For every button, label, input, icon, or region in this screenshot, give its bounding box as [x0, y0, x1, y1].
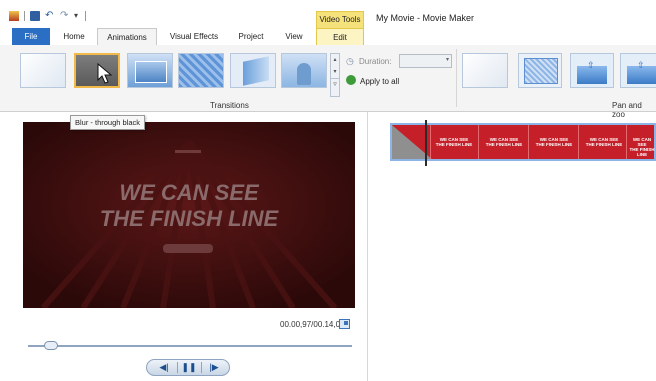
timecode: 00.00,97/00.14,00 [280, 320, 345, 329]
pan-zoom-group-label: Pan and zoo [612, 101, 642, 119]
tab-visual-effects[interactable]: Visual Effects [163, 28, 225, 45]
duration-field[interactable]: ▾ [399, 54, 452, 68]
fullscreen-icon[interactable] [339, 319, 350, 329]
control-divider [177, 362, 178, 373]
apply-to-all-button[interactable]: Apply to all [360, 77, 399, 86]
transition-blur-thumbnail[interactable] [74, 53, 120, 88]
transition-flip-thumbnail[interactable] [230, 53, 276, 88]
playback-controls: ◀| ❚❚ |▶ [146, 359, 230, 376]
duration-icon: ◷ [346, 56, 354, 66]
video-tools-contextual-label: Video Tools [316, 11, 364, 28]
transition-none-thumbnail[interactable] [20, 53, 66, 88]
chevron-down-icon: ▾ [445, 57, 449, 63]
ribbon-panel: ▴ ▾ ▿ ◷ Duration: ▾ Apply to all Transit… [0, 45, 656, 119]
quick-access-separator [24, 11, 25, 21]
clip-frame-text: WE CAN SEE THE FINISH LINE [585, 137, 623, 147]
previous-frame-button[interactable]: ◀| [154, 362, 174, 373]
tab-edit[interactable]: Edit [316, 28, 364, 46]
pan-zoom-option-3-thumbnail[interactable]: ⇧ [620, 53, 656, 88]
video-preview[interactable]: WE CAN SEE THE FINISH LINE [23, 122, 355, 308]
seek-bar[interactable] [28, 345, 352, 347]
apply-to-all-icon [346, 75, 356, 85]
tab-project[interactable]: Project [231, 28, 271, 45]
clip-frame-text: WE CAN SEE THE FINISH LINE [485, 137, 523, 147]
transitions-gallery-scroll[interactable]: ▴ ▾ ▿ [330, 53, 340, 97]
seek-knob[interactable] [43, 341, 58, 350]
transition-pixelate-thumbnail[interactable] [178, 53, 224, 88]
clip-frame-text: WE CAN SEE THE FINISH LINE [629, 137, 655, 157]
frame-divider [430, 125, 431, 159]
app-icon [9, 11, 19, 21]
storyboard-clip[interactable]: WE CAN SEE THE FINISH LINE WE CAN SEE THE … [390, 123, 656, 161]
frame-divider [478, 125, 479, 159]
preview-title-line2: THE FINISH LINE [99, 206, 279, 231]
undo-icon[interactable]: ↶ [45, 11, 55, 21]
clip-frame-text: WE CAN SEE THE FINISH LINE [535, 137, 573, 147]
tab-animations[interactable]: Animations [97, 28, 157, 46]
redo-icon[interactable]: ↷ [60, 11, 70, 21]
save-icon[interactable] [30, 11, 40, 21]
tab-file[interactable]: File [12, 28, 50, 45]
frame-divider [528, 125, 529, 159]
preview-title-line1: WE CAN SEE [119, 180, 259, 205]
pause-button[interactable]: ❚❚ [179, 362, 199, 373]
transition-crossfade-thumbnail[interactable] [127, 53, 173, 88]
playhead[interactable] [425, 120, 427, 166]
tooltip: Blur - through black [70, 115, 146, 130]
pan-zoom-option-1-thumbnail[interactable] [518, 53, 562, 88]
pan-zoom-option-2-thumbnail[interactable]: ⇧ [570, 53, 614, 88]
tab-view[interactable]: View [277, 28, 311, 45]
tab-home[interactable]: Home [56, 28, 92, 45]
customize-quick-access-icon[interactable]: ▾ [74, 11, 84, 21]
pan-zoom-none-thumbnail[interactable] [462, 53, 508, 88]
window-title: My Movie - Movie Maker [376, 13, 475, 23]
frame-divider [626, 125, 627, 159]
transition-silhouette-thumbnail[interactable] [281, 53, 327, 88]
control-divider [201, 362, 202, 373]
group-separator [456, 49, 457, 107]
quick-access-separator [85, 11, 86, 21]
mouse-cursor-icon [97, 63, 113, 84]
ribbon-tab-bar: File Home Animations Visual Effects Proj… [0, 28, 656, 46]
next-frame-button[interactable]: |▶ [204, 362, 224, 373]
clip-frame-text: WE CAN SEE THE FINISH LINE [435, 137, 473, 147]
transitions-group-label: Transitions [210, 101, 249, 110]
duration-label: Duration: [359, 57, 392, 66]
frame-divider [578, 125, 579, 159]
